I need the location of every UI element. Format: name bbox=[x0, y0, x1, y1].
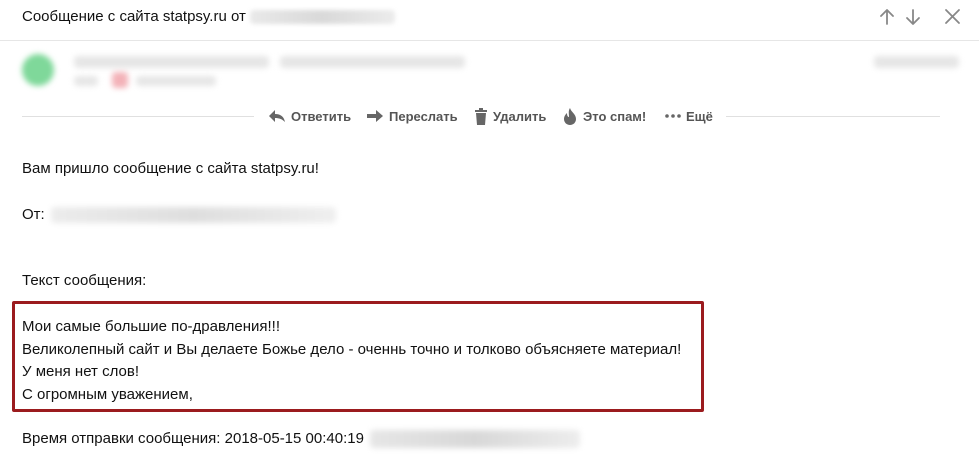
message-actions-toolbar: Ответить Переслать Удалить Это спам! Ещё bbox=[22, 104, 940, 128]
date-redacted bbox=[874, 56, 959, 68]
sender-email-redacted bbox=[249, 10, 395, 25]
forward-button[interactable]: Переслать bbox=[366, 105, 458, 127]
spam-label: Это спам! bbox=[583, 108, 647, 124]
from-label: От: bbox=[22, 206, 45, 223]
message-line-1: Мои самые большие по-дравления!!! bbox=[22, 318, 280, 335]
message-line-3: У меня нет слов! bbox=[22, 363, 139, 380]
reply-label: Ответить bbox=[291, 108, 352, 124]
fire-icon bbox=[564, 107, 576, 125]
arrow-up-icon bbox=[880, 9, 894, 25]
more-label: Ещё bbox=[686, 108, 713, 124]
sender-name-redacted bbox=[74, 56, 269, 68]
sender-address-redacted bbox=[280, 56, 465, 68]
sender-info-redacted bbox=[18, 44, 968, 92]
close-button[interactable] bbox=[941, 6, 963, 28]
more-dots-icon bbox=[665, 114, 681, 118]
sent-time-text: Время отправки сообщения: 2018-05-15 00:… bbox=[22, 430, 364, 447]
from-line: От: bbox=[22, 206, 336, 224]
delete-label: Удалить bbox=[493, 108, 547, 124]
sent-time-line: Время отправки сообщения: 2018-05-15 00:… bbox=[22, 430, 580, 449]
message-header: Сообщение с сайта statpsy.ru от bbox=[0, 0, 979, 41]
from-value-redacted bbox=[50, 207, 336, 224]
message-subject: Сообщение с сайта statpsy.ru от bbox=[22, 8, 395, 25]
toolbar-divider-left bbox=[22, 116, 254, 117]
close-icon bbox=[945, 9, 960, 24]
forward-label: Переслать bbox=[389, 108, 458, 124]
spam-button[interactable]: Это спам! bbox=[562, 105, 646, 127]
recipient-label-redacted bbox=[74, 76, 98, 86]
subject-text: Сообщение с сайта statpsy.ru от bbox=[22, 8, 246, 25]
reply-icon bbox=[269, 110, 285, 122]
reply-button[interactable]: Ответить bbox=[268, 105, 351, 127]
recipient-name-redacted bbox=[136, 76, 216, 86]
avatar bbox=[22, 54, 54, 86]
more-button[interactable]: Ещё bbox=[665, 105, 713, 127]
message-intro: Вам пришло сообщение с сайта statpsy.ru! bbox=[22, 160, 319, 177]
message-line-2: Великолепный сайт и Вы делаете Божье дел… bbox=[22, 341, 682, 358]
delete-button[interactable]: Удалить bbox=[474, 105, 546, 127]
message-line-4: С огромным уважением, bbox=[22, 386, 193, 403]
next-message-button[interactable] bbox=[902, 6, 924, 28]
recipient-avatar-redacted bbox=[112, 72, 128, 88]
trash-icon bbox=[475, 107, 487, 125]
timezone-redacted bbox=[369, 430, 580, 449]
message-text-label: Текст сообщения: bbox=[22, 272, 147, 289]
forward-icon bbox=[367, 110, 383, 122]
previous-message-button[interactable] bbox=[876, 6, 898, 28]
arrow-down-icon bbox=[906, 9, 920, 25]
toolbar-divider-right bbox=[726, 116, 940, 117]
